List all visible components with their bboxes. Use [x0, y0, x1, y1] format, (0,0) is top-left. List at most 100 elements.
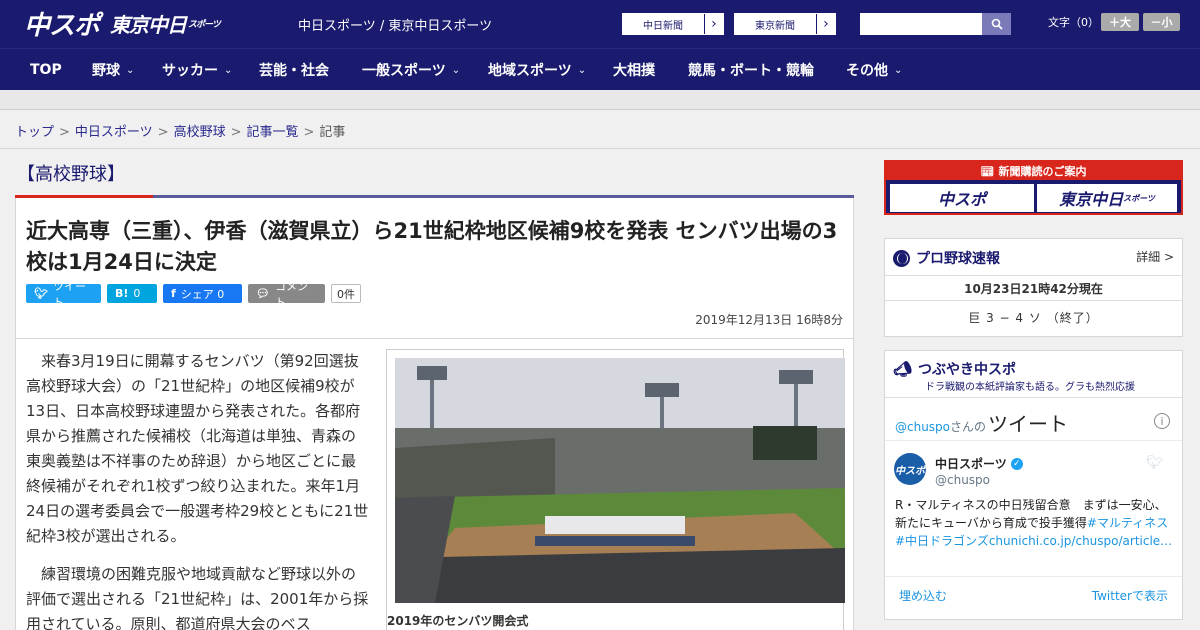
twitter-bird-icon[interactable]: 🐦︎ [1146, 455, 1164, 471]
tokyo-chunichi-subscribe-small: スポーツ [1123, 193, 1155, 203]
search-icon [991, 18, 1003, 30]
tweet-author-handle[interactable]: @chuspo [935, 473, 990, 487]
baseball-icon [893, 249, 910, 267]
twitter-widget-title: 📣︎ つぶやき中スポ [893, 359, 1016, 379]
chuspo-logo[interactable]: 中スポ [24, 6, 100, 41]
tweet-button[interactable]: 🐦︎ ツイート [26, 280, 101, 309]
search-button[interactable] [982, 13, 1011, 35]
tokyo-chunichi-logo-text: 東京中日 [110, 12, 187, 37]
comment-bubble-icon: 💬︎ [256, 287, 270, 300]
scoreboard-title: プロ野球速報 [893, 248, 1000, 268]
subscription-banner[interactable]: 📰︎ 新聞購読のご案内 中スポ 東京中日 スポーツ [884, 160, 1183, 215]
nav-label: 野球 [92, 63, 120, 79]
tweet-url-link[interactable]: chunichi.co.jp/chuspo/article… [989, 534, 1172, 548]
site-title: 中日スポーツ / 東京中日スポーツ [298, 19, 493, 34]
subscription-banner-heading: 📰︎ 新聞購読のご案内 [886, 162, 1181, 180]
tokyo-chunichi-subscribe-text: 東京中日 [1059, 190, 1124, 209]
avatar[interactable]: 中スポ [894, 453, 926, 485]
divider [885, 397, 1182, 398]
tokyo-shimbun-link[interactable]: 東京新聞 › [734, 13, 836, 35]
facebook-icon: f [171, 287, 176, 300]
nav-label: 地域スポーツ [488, 63, 572, 79]
nav-item-other[interactable]: その他 ⌄ [846, 49, 902, 91]
breadcrumb-chunichi-sports[interactable]: 中日スポーツ [75, 125, 153, 140]
facebook-share-button[interactable]: f シェア 0 [163, 284, 242, 303]
article-date: 2019年12月13日 16時8分 [695, 313, 843, 327]
article-body: 来春3月19日に開幕するセンバツ（第92回選抜高校野球大会）の「21世紀枠」の地… [15, 339, 854, 630]
view-on-twitter-link[interactable]: Twitterで表示 [1092, 587, 1168, 604]
verified-badge-icon: ✓ [1010, 457, 1023, 470]
hashtag-link[interactable]: #中日ドラゴンズ [895, 534, 989, 548]
breadcrumb-separator: > [59, 125, 70, 140]
nav-item-sumo[interactable]: 大相撲 [613, 49, 655, 91]
photo-caption: 2019年のセンバツ開会式 [387, 614, 529, 628]
nav-label: 大相撲 [613, 63, 655, 79]
breadcrumb-high-school-baseball[interactable]: 高校野球 [174, 125, 226, 140]
hatena-count: 0 [133, 287, 141, 300]
article-category: 【高校野球】 [17, 164, 125, 185]
share-buttons: 🐦︎ ツイート B! 0 f シェア 0 💬︎ コメント 0件 [26, 280, 361, 309]
chuspo-subscribe-logo[interactable]: 中スポ [890, 184, 1034, 212]
nav-label: その他 [846, 63, 888, 79]
chevron-down-icon: ⌄ [451, 64, 461, 76]
chevron-down-icon: ⌄ [224, 64, 233, 76]
nav-item-racing[interactable]: 競馬・ボート・競輪 [688, 49, 814, 91]
tweet-text: R・マルティネスの中日残留合意 まずは一安心、新たにキューバから育成で投手獲得#… [895, 496, 1177, 550]
hatena-bookmark-button[interactable]: B! 0 [107, 284, 157, 303]
article-header: 近大高専（三重）、伊香（滋賀県立）ら21世紀枠地区候補9校を発表 センバツ出場の… [15, 198, 854, 339]
embed-link[interactable]: 埋め込む [899, 587, 947, 604]
breadcrumb: トップ > 中日スポーツ > 高校野球 > 記事一覧 > 記事 [15, 121, 345, 140]
nav-item-entertainment[interactable]: 芸能・社会 [259, 49, 329, 91]
scoreboard-timestamp: 10月23日21時42分現在 [885, 275, 1182, 301]
nav-label: サッカー [162, 63, 218, 79]
subscription-heading-text: 新聞購読のご案内 [998, 165, 1087, 178]
font-smaller-button[interactable]: －小 [1143, 13, 1180, 31]
hatena-icon: B! [115, 287, 129, 300]
twitter-widget-title-text: つぶやき中スポ [918, 362, 1017, 378]
nav-item-top[interactable]: TOP [30, 49, 62, 91]
divider [885, 440, 1182, 441]
article-title: 近大高専（三重）、伊香（滋賀県立）ら21世紀枠地区候補9校を発表 センバツ出場の… [26, 219, 838, 274]
scoreboard-detail-link[interactable]: 詳細 > [1136, 248, 1174, 265]
article-text: 来春3月19日に開幕するセンバツ（第92回選抜高校野球大会）の「21世紀枠」の地… [26, 349, 369, 630]
nav-item-regional-sports[interactable]: 地域スポーツ ⌄ [488, 49, 586, 91]
breadcrumb-separator: > [230, 125, 242, 140]
nav-label: TOP [30, 62, 62, 78]
breadcrumb-top[interactable]: トップ [15, 125, 54, 140]
comment-button[interactable]: 💬︎ コメント [248, 280, 325, 309]
tweets-header: @chuspoさんの ツイート [895, 408, 1068, 437]
font-size-label: 文字（0） [1048, 16, 1099, 29]
breadcrumb-separator: > [303, 125, 315, 140]
nav-item-baseball[interactable]: 野球 ⌄ [92, 49, 134, 91]
article-photo-frame: 2019年のセンバツ開会式 [386, 349, 845, 630]
breadcrumb-article-list[interactable]: 記事一覧 [247, 125, 299, 140]
nav-item-general-sports[interactable]: 一般スポーツ ⌄ [362, 49, 460, 91]
chevron-right-icon: › [703, 14, 723, 34]
game-score[interactable]: 巨 3 − 4 ソ （終了） [885, 309, 1182, 326]
tweets-header-word: ツイート [988, 412, 1069, 436]
tokyo-chunichi-subscribe-logo[interactable]: 東京中日 スポーツ [1037, 184, 1177, 212]
tokyo-chunichi-logo[interactable]: 東京中日 スポーツ [110, 6, 221, 40]
info-icon[interactable]: i [1154, 413, 1170, 429]
chevron-down-icon: ⌄ [577, 64, 587, 76]
twitter-widget-subtitle: ドラ戦観の本紙評論家も語る。グラも熱烈応援 [925, 382, 1135, 393]
hashtag-link[interactable]: #マルティネス [1087, 516, 1168, 530]
ext-link-label: 東京新聞 [755, 20, 795, 32]
tweet-author-name[interactable]: 中日スポーツ ✓ [935, 455, 1023, 472]
tweets-handle-link[interactable]: @chuspo [895, 420, 950, 434]
chevron-right-icon: › [815, 14, 835, 34]
breadcrumb-current: 記事 [319, 125, 346, 140]
chevron-down-icon: ⌄ [126, 64, 135, 76]
twitter-bird-icon: 🐦︎ [34, 287, 48, 300]
chunichi-shimbun-link[interactable]: 中日新聞 › [622, 13, 724, 35]
comment-label: コメント [274, 279, 308, 309]
font-larger-button[interactable]: ＋大 [1101, 13, 1139, 31]
search-input[interactable] [860, 13, 982, 35]
breadcrumb-divider [0, 148, 1200, 149]
tweets-handle-suffix: さんの [950, 420, 987, 434]
ext-link-label: 中日新聞 [643, 20, 683, 32]
scoreboard-title-text: プロ野球速報 [916, 251, 1000, 267]
nav-label: 芸能・社会 [259, 63, 329, 79]
stadium-photo[interactable] [395, 358, 845, 603]
nav-item-soccer[interactable]: サッカー ⌄ [162, 49, 232, 91]
